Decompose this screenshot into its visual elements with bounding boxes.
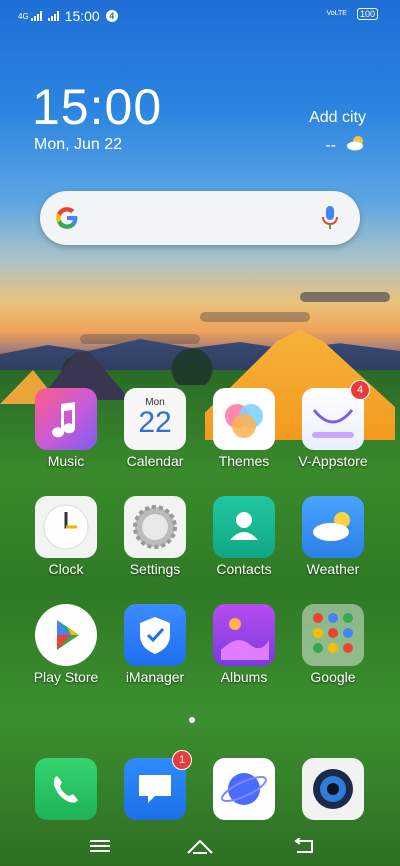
add-city-link[interactable]: Add city — [309, 109, 366, 127]
home-icon[interactable] — [180, 832, 220, 860]
app-v-appstore[interactable]: 4 V-Appstore — [293, 380, 373, 469]
app-label: V-Appstore — [298, 453, 368, 469]
app-contacts[interactable]: Contacts — [204, 496, 284, 577]
app-imanager[interactable]: iManager — [115, 604, 195, 685]
dock-messages[interactable]: 1 — [115, 750, 195, 820]
notification-badge: 4 — [350, 380, 370, 400]
status-time: 15:00 — [64, 8, 100, 24]
google-folder-icon — [302, 604, 364, 666]
dock-phone[interactable] — [26, 758, 106, 820]
app-label: iManager — [125, 669, 185, 685]
contacts-icon — [213, 496, 275, 558]
google-logo-icon — [54, 205, 80, 238]
back-icon[interactable] — [284, 832, 324, 860]
network-type-label: 4G — [18, 12, 29, 21]
notification-count-badge: 4 — [105, 10, 118, 22]
gear-icon — [124, 496, 186, 558]
app-themes[interactable]: Themes — [204, 388, 284, 469]
clock-widget-date[interactable]: Mon, Jun 22 — [34, 136, 122, 154]
battery-icon: 100 — [356, 8, 378, 20]
shield-icon — [124, 604, 186, 666]
app-label: Google — [310, 669, 356, 685]
app-settings[interactable]: Settings — [115, 496, 195, 577]
dock-browser[interactable] — [204, 758, 284, 820]
clock-icon — [35, 496, 97, 558]
clock-widget-time[interactable]: 15:00 — [32, 78, 162, 136]
app-google-folder[interactable]: Google — [293, 604, 373, 685]
app-label: Music — [47, 453, 85, 469]
signal-icon-sim1: 4G — [18, 11, 42, 21]
calendar-icon: Mon 22 — [124, 388, 186, 450]
app-clock[interactable]: Clock — [26, 496, 106, 577]
app-label: Weather — [306, 561, 360, 577]
menu-icon[interactable] — [80, 832, 120, 860]
app-albums[interactable]: Albums — [204, 604, 284, 685]
calendar-date-label: 22 — [138, 406, 172, 439]
app-play-store[interactable]: Play Store — [26, 604, 106, 685]
albums-icon — [213, 604, 275, 666]
status-bar: 4G 15:00 4 VoLTE 100 — [0, 0, 400, 32]
app-label: Play Store — [33, 669, 99, 685]
play-store-icon — [35, 604, 97, 666]
signal-icon-sim2 — [47, 11, 59, 21]
app-music[interactable]: Music — [26, 388, 106, 469]
themes-icon — [213, 388, 275, 450]
calendar-day-label: Mon — [145, 397, 165, 408]
appstore-icon: 4 — [302, 380, 370, 450]
message-icon: 1 — [124, 750, 192, 820]
app-label: Calendar — [126, 453, 184, 469]
mic-icon[interactable] — [322, 205, 338, 231]
dock-camera[interactable] — [293, 758, 373, 820]
camera-icon — [302, 758, 364, 820]
temperature-value: -- — [325, 136, 336, 154]
app-label: Clock — [48, 561, 84, 577]
phone-icon — [35, 758, 97, 820]
page-indicator-dot[interactable] — [189, 717, 195, 723]
app-label: Themes — [218, 453, 270, 469]
music-icon — [35, 388, 97, 450]
app-weather[interactable]: Weather — [293, 496, 373, 577]
app-label: Settings — [129, 561, 181, 577]
planet-icon — [213, 758, 275, 820]
google-search-bar[interactable] — [40, 191, 360, 245]
weather-icon — [302, 496, 364, 558]
weather-widget[interactable]: -- — [325, 135, 366, 156]
notification-badge: 1 — [172, 750, 192, 770]
volte-icon: VoLTE — [326, 10, 347, 17]
app-label: Albums — [220, 669, 268, 685]
app-label: Contacts — [216, 561, 272, 577]
app-calendar[interactable]: Mon 22 Calendar — [115, 388, 195, 469]
partly-cloudy-icon — [346, 135, 366, 156]
navigation-bar — [0, 826, 400, 866]
